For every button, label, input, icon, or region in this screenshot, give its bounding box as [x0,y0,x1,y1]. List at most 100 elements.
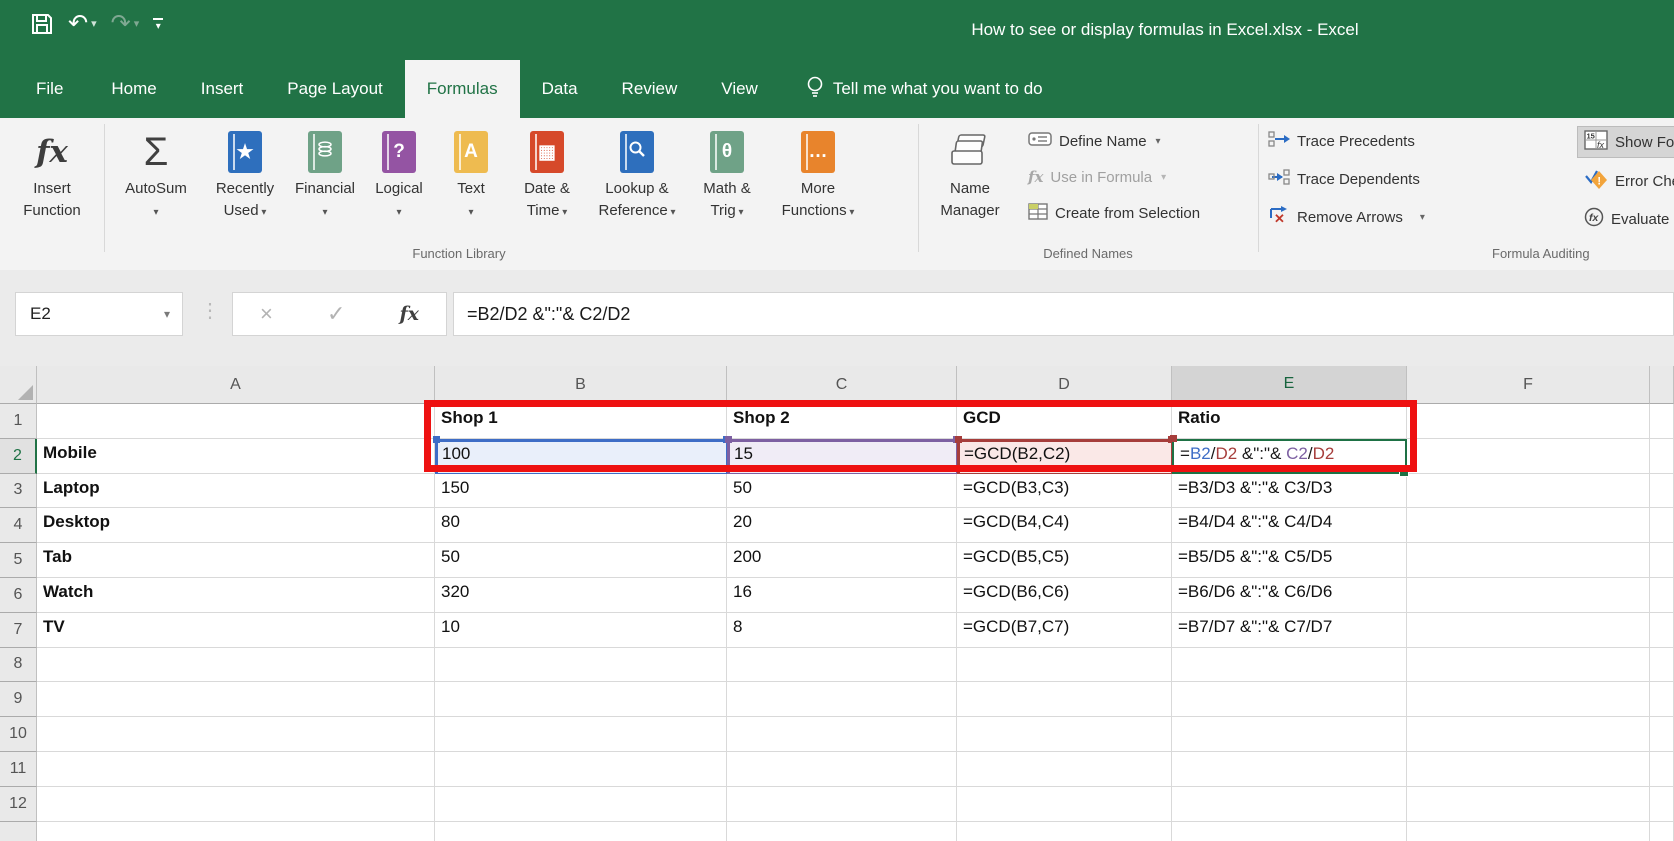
cell-G11[interactable] [1650,752,1674,787]
tab-home[interactable]: Home [89,60,178,118]
tab-insert[interactable]: Insert [179,60,266,118]
cell-A1[interactable] [37,404,435,439]
tab-file[interactable]: File [10,60,89,118]
cell-G12[interactable] [1650,787,1674,822]
row-header-7[interactable]: 7 [0,613,37,648]
cell-B8[interactable] [435,648,727,683]
cell-C4[interactable]: 20 [727,508,957,543]
cell-E3[interactable]: =B3/D3 &":"& C3/D3 [1172,474,1407,509]
cell-G9[interactable] [1650,682,1674,717]
cell-G2[interactable] [1650,439,1674,474]
row-header-3[interactable]: 3 [0,474,37,509]
cell-A2[interactable]: Mobile [37,439,435,474]
cell-C2[interactable]: 15 [727,439,957,474]
button-date-time[interactable]: ▦Date &Time ▾ [506,120,588,222]
column-header-F[interactable]: F [1407,366,1650,404]
button-lookup-reference[interactable]: Lookup &Reference ▾ [588,120,686,222]
cell-B9[interactable] [435,682,727,717]
cell-G4[interactable] [1650,508,1674,543]
cell-E10[interactable] [1172,717,1407,752]
tab-view[interactable]: View [699,60,780,118]
cell-E11[interactable] [1172,752,1407,787]
tab-review[interactable]: Review [600,60,700,118]
cell-A4[interactable]: Desktop [37,508,435,543]
button-create-from-selection[interactable]: Create from Selection [1028,198,1200,228]
tell-me[interactable]: Tell me what you want to do [806,60,1043,118]
customize-quick-access-button[interactable]: ▾ [153,18,163,31]
cell-A7[interactable]: TV [37,613,435,648]
cell-B2[interactable]: 100 [435,439,727,474]
cell-F11[interactable] [1407,752,1650,787]
cell-D8[interactable] [957,648,1172,683]
cell-G7[interactable] [1650,613,1674,648]
cell-A3[interactable]: Laptop [37,474,435,509]
column-header-C[interactable]: C [727,366,957,404]
cell-D3[interactable]: =GCD(B3,C3) [957,474,1172,509]
button-evaluate-formula[interactable]: fxEvaluate Formula [1584,204,1674,234]
cell-C5[interactable]: 200 [727,543,957,578]
row-header-6[interactable]: 6 [0,578,37,613]
cell-D12[interactable] [957,787,1172,822]
button-recently-used[interactable]: ★RecentlyUsed ▾ [202,120,288,222]
undo-button[interactable]: ↶▾ [68,12,97,36]
row-header-4[interactable]: 4 [0,508,37,543]
cell-D11[interactable] [957,752,1172,787]
cell-C12[interactable] [727,787,957,822]
cell-B7[interactable]: 10 [435,613,727,648]
cell-F9[interactable] [1407,682,1650,717]
cell-F7[interactable] [1407,613,1650,648]
cell-C9[interactable] [727,682,957,717]
cell-D1[interactable]: GCD [957,404,1172,439]
cell-C10[interactable] [727,717,957,752]
cell-G3[interactable] [1650,474,1674,509]
cell-D5[interactable]: =GCD(B5,C5) [957,543,1172,578]
cell-A10[interactable] [37,717,435,752]
cell-F12[interactable] [1407,787,1650,822]
cell-G1[interactable] [1650,404,1674,439]
name-box-dropdown-arrow[interactable]: ▾ [164,307,182,321]
cell-F1[interactable] [1407,404,1650,439]
undo-dropdown-arrow[interactable]: ▾ [91,19,97,30]
cell-E8[interactable] [1172,648,1407,683]
button-trace-precedents[interactable]: Trace Precedents [1268,126,1425,156]
button-trace-dependents[interactable]: Trace Dependents [1268,164,1425,194]
cell-A6[interactable]: Watch [37,578,435,613]
save-button[interactable] [30,12,54,36]
cell-G8[interactable] [1650,648,1674,683]
cell-D4[interactable]: =GCD(B4,C4) [957,508,1172,543]
cancel-button[interactable]: × [260,301,273,327]
cell-B4[interactable]: 80 [435,508,727,543]
button-more-functions[interactable]: …MoreFunctions ▾ [768,120,868,222]
select-all-corner[interactable] [0,366,37,404]
button-math-trig[interactable]: θMath &Trig ▾ [686,120,768,222]
button-remove-arrows[interactable]: ✕Remove Arrows▾ [1268,202,1425,232]
cell-G6[interactable] [1650,578,1674,613]
cell-G10[interactable] [1650,717,1674,752]
tab-page-layout[interactable]: Page Layout [265,60,404,118]
formula-input[interactable]: =B2/D2 &":"& C2/D2 [453,292,1674,336]
cell-E6[interactable]: =B6/D6 &":"& C6/D6 [1172,578,1407,613]
cell-C3[interactable]: 50 [727,474,957,509]
column-header-E[interactable]: E [1172,366,1407,404]
enter-button[interactable]: ✓ [327,301,345,327]
name-box[interactable]: E2 ▾ [15,292,183,336]
cell-A12[interactable] [37,787,435,822]
button-error-checking[interactable]: !Error Checking [1584,166,1674,196]
cell-D2[interactable]: =GCD(B2,C2) [957,439,1172,474]
cell-D9[interactable] [957,682,1172,717]
cell-G5[interactable] [1650,543,1674,578]
cell-B12[interactable] [435,787,727,822]
cell-E9[interactable] [1172,682,1407,717]
cell-B6[interactable]: 320 [435,578,727,613]
button-autosum[interactable]: ΣAutoSum▾ [110,120,202,222]
cell-E5[interactable]: =B5/D5 &":"& C5/D5 [1172,543,1407,578]
cell-B1[interactable]: Shop 1 [435,404,727,439]
cell-F5[interactable] [1407,543,1650,578]
cell-B5[interactable]: 50 [435,543,727,578]
cell-F4[interactable] [1407,508,1650,543]
cell-F2[interactable] [1407,439,1650,474]
row-header-2[interactable]: 2 [0,439,37,474]
cell-A5[interactable]: Tab [37,543,435,578]
cell-F3[interactable] [1407,474,1650,509]
cell-E12[interactable] [1172,787,1407,822]
